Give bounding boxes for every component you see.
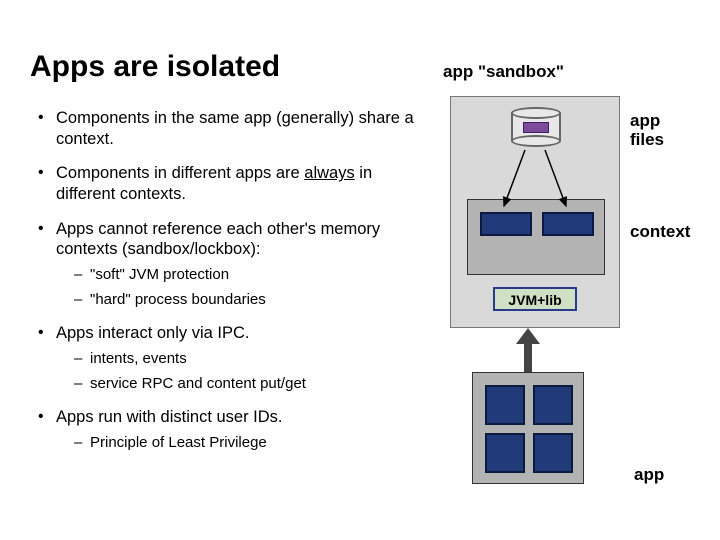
context-box (467, 199, 605, 275)
bullet-item: Components in different apps are always … (34, 163, 414, 204)
component-block (533, 385, 573, 425)
bullet-text-pre: Components in different apps are (56, 164, 304, 182)
bullet-text: Apps cannot reference each other's memor… (56, 220, 380, 259)
label-context: context (630, 222, 690, 242)
label-app: app (634, 465, 664, 485)
sub-bullet: "soft" JVM protection (74, 266, 414, 285)
sub-bullet: service RPC and content put/get (74, 375, 414, 394)
slide-title: Apps are isolated (30, 50, 280, 84)
bullet-text: Apps interact only via IPC. (56, 324, 250, 342)
component-block (533, 433, 573, 473)
sub-bullet: "hard" process boundaries (74, 291, 414, 310)
bullet-text: Components in the same app (generally) s… (56, 109, 414, 148)
bullet-item: Apps cannot reference each other's memor… (34, 219, 414, 310)
component-block (485, 385, 525, 425)
database-icon (511, 107, 561, 147)
bullet-item: Apps run with distinct user IDs. Princip… (34, 407, 414, 452)
sandbox-box: JVM+lib (450, 96, 620, 328)
sub-bullet: Principle of Least Privilege (74, 434, 414, 453)
bullet-list: Components in the same app (generally) s… (34, 108, 414, 467)
component-block (480, 212, 532, 236)
component-block (485, 433, 525, 473)
jvm-label-box: JVM+lib (493, 287, 577, 311)
bullet-item: Apps interact only via IPC. intents, eve… (34, 323, 414, 393)
bullet-item: Components in the same app (generally) s… (34, 108, 414, 149)
app-box (472, 372, 584, 484)
bullet-text: Apps run with distinct user IDs. (56, 408, 283, 426)
component-block (542, 212, 594, 236)
sub-bullet: intents, events (74, 350, 414, 369)
label-sandbox: app "sandbox" (443, 62, 564, 82)
label-app-files: app files (630, 112, 664, 149)
bullet-underlined: always (304, 164, 354, 182)
